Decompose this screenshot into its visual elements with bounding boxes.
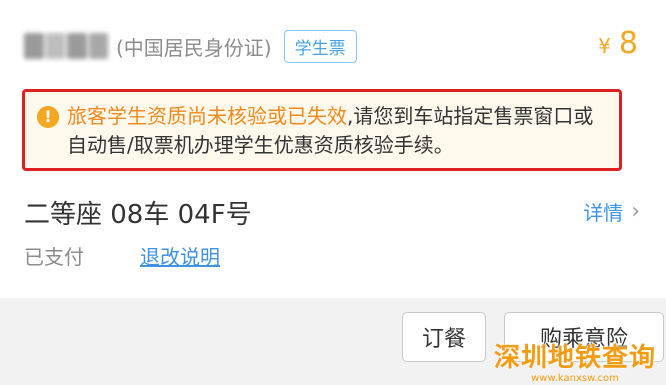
payment-status: 已支付 [24, 245, 84, 269]
seat-info: 二等座 08车 04F号 [24, 200, 252, 230]
refund-policy-link[interactable]: 退改说明 [140, 241, 220, 270]
watermark-url: www.kanxsw.com [531, 373, 619, 384]
warning-icon: ! [37, 106, 59, 128]
site-watermark: 深圳地铁查询 www.kanxsw.com [484, 343, 666, 385]
student-verification-warning: ! 旅客学生资质尚未核验或已失效,请您到车站指定售票窗口或自动售/取票机办理学生… [22, 89, 622, 171]
student-ticket-badge: 学生票 [283, 29, 357, 63]
order-meal-button[interactable]: 订餐 [402, 312, 486, 362]
ticket-card: (中国居民身份证) 学生票 ¥ 8 ! 旅客学生资质尚未核验或已失效,请您到车站… [0, 0, 666, 298]
details-link[interactable]: 详情 › [583, 197, 640, 226]
chevron-right-icon: › [631, 199, 640, 224]
warning-highlight-text: 旅客学生资质尚未核验或已失效 [67, 104, 347, 128]
details-label: 详情 [583, 201, 624, 225]
passenger-row: (中国居民身份证) 学生票 [24, 26, 357, 66]
id-type-label: (中国居民身份证) [116, 35, 272, 60]
watermark-logo: 深圳地铁查询 [493, 343, 656, 373]
blurred-passenger-name [24, 33, 108, 59]
currency-symbol: ¥ [598, 34, 611, 58]
price-amount: 8 [618, 26, 638, 61]
ticket-page: (中国居民身份证) 学生票 ¥ 8 ! 旅客学生资质尚未核验或已失效,请您到车站… [0, 0, 666, 385]
ticket-price: ¥ 8 [598, 26, 638, 66]
